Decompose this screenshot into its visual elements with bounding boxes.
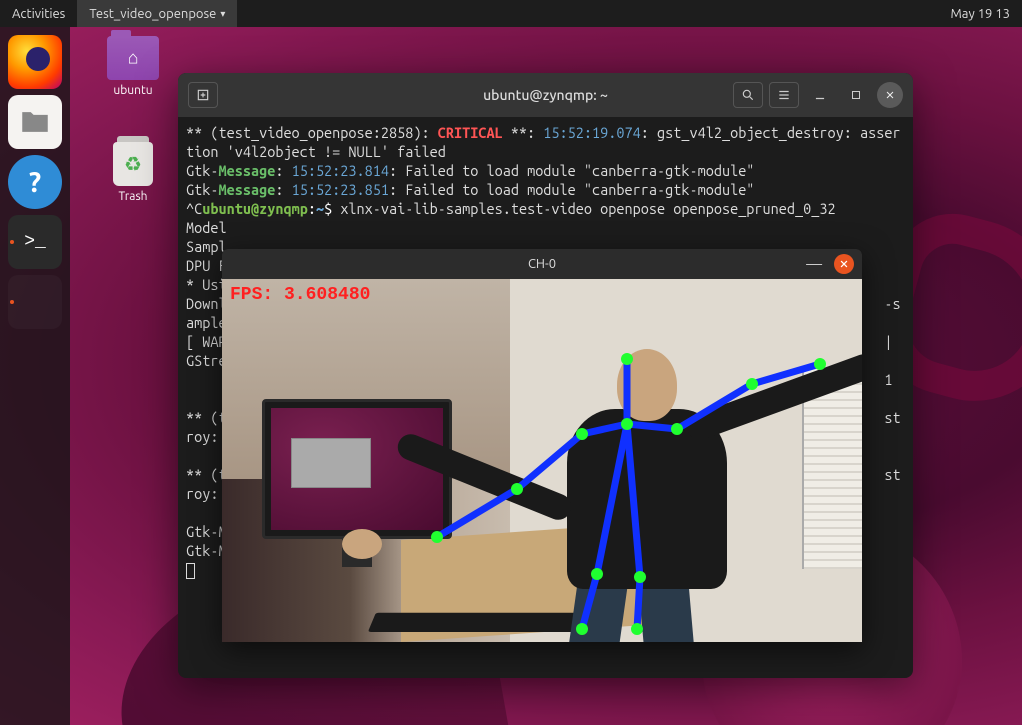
menu-button[interactable] [769,82,799,108]
trash-icon: ♻ [113,142,153,186]
minimize-button[interactable]: — [806,255,822,273]
app-menu-label: Test_video_openpose [89,7,216,21]
video-frame: FPS: 3.608480 [222,279,862,642]
term-text: Gtk- [186,181,218,198]
term-text: $ [324,200,340,217]
term-text: **: [503,124,544,141]
term-text: : [275,181,291,198]
term-user: ubuntu@zynqmp [202,200,308,217]
term-text: Gtk-M [186,523,227,540]
scene-background [222,279,862,642]
close-button[interactable] [834,254,854,274]
minimize-button[interactable] [805,82,835,108]
term-text: DPU F [186,257,227,274]
term-interrupt: ^C [186,200,202,217]
gnome-top-bar: Activities Test_video_openpose ▾ May 19 … [0,0,1022,27]
term-text: : Failed to load module "canberra-gtk-mo… [389,181,754,198]
dock: ? >_ [0,27,70,725]
term-text: Downl [186,295,227,312]
chevron-down-icon: ▾ [220,8,225,20]
term-text: 1 [884,371,892,388]
term-critical: CRITICAL [438,124,503,141]
term-time: 15:52:23.851 [292,181,389,198]
dock-help-icon[interactable]: ? [8,155,62,209]
desktop-icon-label: ubuntu [98,84,168,97]
folder-icon [18,105,52,139]
folder-icon: ⌂ [107,36,159,80]
term-text: ** (t [186,466,227,483]
term-text: * Usi [186,276,227,293]
clock-button[interactable]: May 19 13 [938,0,1022,27]
desktop-icon-label: Trash [98,190,168,203]
term-path: ~ [316,200,324,217]
term-text: : [275,162,291,179]
term-text: ** (test_video_openpose:2858): [186,124,438,141]
term-text: Sampl [186,238,227,255]
term-time: 15:52:19.074 [543,124,640,141]
terminal-cursor [186,563,195,579]
close-icon [884,89,896,101]
term-text: : Failed to load module "canberra-gtk-mo… [389,162,754,179]
window-title: CH-0 [528,257,556,271]
app-menu-button[interactable]: Test_video_openpose ▾ [77,0,237,27]
hamburger-icon [777,88,791,102]
dock-firefox-icon[interactable] [8,35,62,89]
minimize-icon [813,88,827,102]
new-tab-icon [196,88,210,102]
term-text: Gtk-M [186,542,227,559]
term-time: 15:52:23.814 [292,162,389,179]
search-icon [741,88,755,102]
dock-app-icon[interactable] [8,275,62,329]
running-indicator-icon [10,300,14,304]
home-icon: ⌂ [128,48,139,69]
fps-overlay: FPS: 3.608480 [230,285,370,305]
running-indicator-icon [10,240,14,244]
close-button[interactable] [877,82,903,108]
activities-button[interactable]: Activities [0,0,77,27]
video-window[interactable]: CH-0 — [222,249,862,642]
term-text: : [308,200,316,217]
term-text: ** (t [186,409,227,426]
dock-files-icon[interactable] [8,95,62,149]
video-titlebar[interactable]: CH-0 — [222,249,862,279]
recycle-icon: ♻ [124,152,142,176]
term-command: xlnx-vai-lib-samples.test-video openpose… [340,200,835,217]
new-tab-button[interactable] [188,82,218,108]
maximize-icon [850,89,862,101]
desktop-home-folder[interactable]: ⌂ ubuntu [98,36,168,97]
desktop-trash[interactable]: ♻ Trash [98,142,168,203]
dock-terminal-icon[interactable]: >_ [8,215,62,269]
term-text: Gtk- [186,162,218,179]
terminal-titlebar[interactable]: ubuntu@zynqmp: ~ [178,73,913,117]
term-text: Model [186,219,227,236]
term-message: Message [218,162,275,179]
search-button[interactable] [733,82,763,108]
term-message: Message [218,181,275,198]
close-icon [839,259,849,269]
maximize-button[interactable] [841,82,871,108]
term-text: [ WAR [186,333,227,350]
terminal-prompt-icon: >_ [24,232,46,252]
